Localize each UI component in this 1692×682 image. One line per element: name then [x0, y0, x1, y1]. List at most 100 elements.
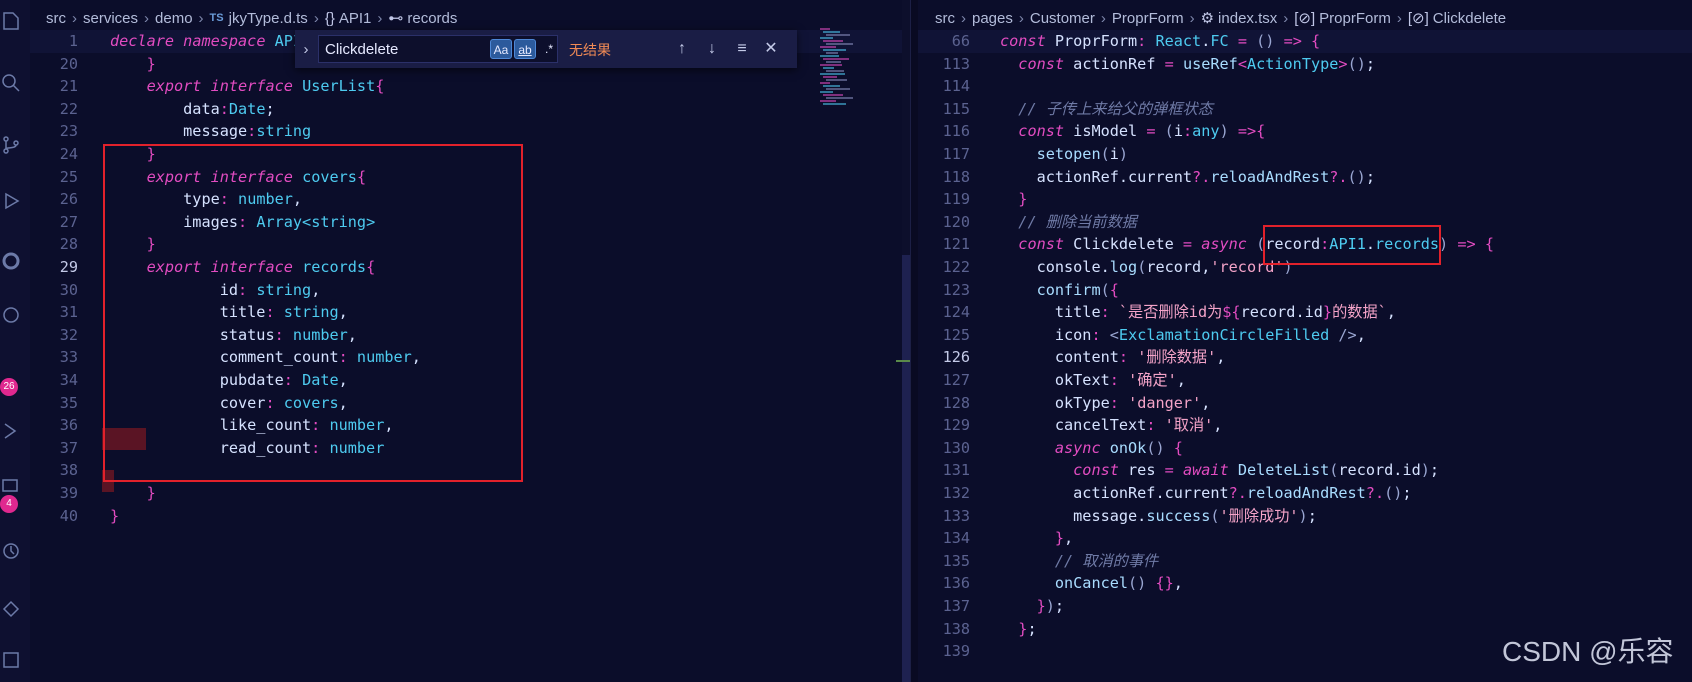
code-line[interactable]: 136 onCancel() {}, [918, 572, 1692, 595]
breadcrumb-item[interactable]: API1 [339, 10, 372, 27]
accounts-icon[interactable] [0, 598, 22, 620]
editor-split-divider[interactable] [910, 0, 918, 682]
line-content[interactable]: // 删除当前数据 [1000, 211, 1137, 234]
line-content[interactable]: const isModel = (i:any) =>{ [1000, 120, 1265, 143]
line-content[interactable]: } [110, 53, 156, 76]
line-number: 26 [59, 190, 78, 209]
breadcrumb-item[interactable]: ProprForm [1112, 10, 1184, 27]
search-icon[interactable] [0, 72, 22, 94]
line-content[interactable]: onCancel() {}, [1000, 572, 1183, 595]
code-line[interactable]: 39 } [30, 482, 910, 505]
source-control-icon[interactable] [0, 134, 22, 156]
line-content[interactable]: async onOk() { [1000, 437, 1183, 460]
whole-word-toggle[interactable]: ab [514, 39, 536, 59]
line-content[interactable]: icon: <ExclamationCircleFilled />, [1000, 324, 1366, 347]
arrow-down-icon[interactable]: ↓ [701, 38, 723, 60]
breadcrumb-item[interactable]: records [407, 10, 457, 27]
code-line[interactable]: 123 confirm({ [918, 279, 1692, 302]
scrollbar-thumb[interactable] [902, 255, 910, 682]
line-number: 132 [942, 484, 970, 502]
line-content[interactable]: setopen(i) [1000, 143, 1128, 166]
code-line[interactable]: 117 setopen(i) [918, 143, 1692, 166]
line-number: 35 [59, 393, 78, 412]
line-content[interactable]: title: `是否删除id为${record.id}的数据`, [1000, 301, 1396, 324]
code-line[interactable]: 116 const isModel = (i:any) =>{ [918, 120, 1692, 143]
breadcrumb-item[interactable]: ProprForm [1319, 10, 1391, 27]
toggle-replace-icon[interactable]: › [295, 41, 317, 58]
code-line[interactable]: 22 data:Date; [30, 98, 910, 121]
code-line[interactable]: 125 icon: <ExclamationCircleFilled />, [918, 324, 1692, 347]
line-content[interactable]: okText: '确定', [1000, 369, 1186, 392]
code-line[interactable]: 137 }); [918, 595, 1692, 618]
code-line[interactable]: 119 } [918, 188, 1692, 211]
code-line[interactable]: 131 const res = await DeleteList(record.… [918, 459, 1692, 482]
extensions-icon[interactable] [0, 250, 22, 272]
code-line[interactable]: 134 }, [918, 527, 1692, 550]
code-line[interactable]: 133 message.success('删除成功'); [918, 505, 1692, 528]
code-line[interactable]: 124 title: `是否删除id为${record.id}的数据`, [918, 301, 1692, 324]
breadcrumb-item[interactable]: jkyType.d.ts [229, 10, 308, 27]
line-content[interactable]: message.success('删除成功'); [1000, 505, 1317, 528]
breadcrumb-item[interactable]: src [46, 10, 66, 27]
remote-icon[interactable] [0, 304, 22, 326]
line-content[interactable]: const ProprForm: React.FC = () => { [1000, 30, 1320, 53]
minimap-line [826, 61, 841, 63]
code-line[interactable]: 135 // 取消的事件 [918, 550, 1692, 573]
code-line[interactable]: 113 const actionRef = useRef<ActionType>… [918, 53, 1692, 76]
code-line[interactable]: 129 cancelText: '取消', [918, 414, 1692, 437]
code-line[interactable]: 130 async onOk() { [918, 437, 1692, 460]
line-content[interactable]: const actionRef = useRef<ActionType>(); [1000, 53, 1375, 76]
settings-icon[interactable] [0, 648, 22, 670]
regex-toggle[interactable]: .* [538, 39, 560, 59]
code-line[interactable]: 66 const ProprForm: React.FC = () => { [918, 30, 1692, 53]
line-content[interactable]: } [1000, 188, 1027, 211]
timeline-icon[interactable] [0, 540, 22, 562]
code-line[interactable]: 21 export interface UserList{ [30, 75, 910, 98]
line-content[interactable]: // 取消的事件 [1000, 550, 1158, 573]
line-content[interactable]: data:Date; [110, 98, 274, 121]
line-content[interactable]: content: '删除数据', [1000, 346, 1226, 369]
code-line[interactable]: 118 actionRef.current?.reloadAndRest?.()… [918, 166, 1692, 189]
close-icon[interactable]: ✕ [760, 38, 782, 60]
run-debug-icon[interactable] [0, 190, 22, 212]
line-content[interactable]: }); [1000, 595, 1064, 618]
line-content[interactable]: okType: 'danger', [1000, 392, 1211, 415]
line-content[interactable]: cancelText: '取消', [1000, 414, 1223, 437]
line-content[interactable]: declare namespace API [110, 30, 302, 53]
line-content[interactable]: }, [1000, 527, 1073, 550]
line-content[interactable]: } [110, 505, 119, 528]
code-line[interactable]: 114 [918, 75, 1692, 98]
arrow-up-icon[interactable]: ↑ [671, 38, 693, 60]
line-content[interactable]: confirm({ [1000, 279, 1119, 302]
find-in-selection-icon[interactable]: ≡ [731, 38, 753, 60]
code-line[interactable]: 115 // 子传上来给父的弹框状态 [918, 98, 1692, 121]
breadcrumb-item[interactable]: demo [155, 10, 193, 27]
breadcrumb-item[interactable]: src [935, 10, 955, 27]
code-line[interactable]: 128 okType: 'danger', [918, 392, 1692, 415]
breadcrumb-item[interactable]: Customer [1030, 10, 1095, 27]
code-line[interactable]: 23 message:string [30, 120, 910, 143]
line-content[interactable]: actionRef.current?.reloadAndRest?.(); [1000, 166, 1375, 189]
line-content[interactable]: }; [1000, 618, 1036, 641]
right-editor[interactable]: src › pages › Customer › ProprForm › ⚙ index.… [918, 0, 1692, 682]
code-line[interactable]: 126 content: '删除数据', [918, 346, 1692, 369]
match-case-toggle[interactable]: Aa [490, 39, 512, 59]
testing-icon[interactable] [0, 420, 22, 442]
breadcrumb-item[interactable]: Clickdelete [1433, 10, 1506, 27]
breadcrumb-item[interactable]: pages [972, 10, 1013, 27]
left-editor[interactable]: src › services › demo › TS jkyType.d.ts › {} A… [30, 0, 910, 682]
explorer-icon[interactable] [0, 10, 22, 32]
code-line[interactable]: 40} [30, 505, 910, 528]
line-content[interactable]: } [110, 482, 156, 505]
line-content[interactable]: // 子传上来给父的弹框状态 [1000, 98, 1213, 121]
line-content[interactable]: export interface UserList{ [110, 75, 385, 98]
line-content[interactable]: console.log(record,'record') [1000, 256, 1293, 279]
minimap[interactable] [820, 28, 880, 108]
code-line[interactable]: 127 okText: '确定', [918, 369, 1692, 392]
breadcrumb-item[interactable]: services [83, 10, 138, 27]
code-line[interactable]: 132 actionRef.current?.reloadAndRest?.()… [918, 482, 1692, 505]
breadcrumb-item[interactable]: index.tsx [1218, 10, 1277, 27]
line-content[interactable]: message:string [110, 120, 311, 143]
line-content[interactable]: const res = await DeleteList(record.id); [1000, 459, 1439, 482]
line-content[interactable]: actionRef.current?.reloadAndRest?.(); [1000, 482, 1411, 505]
